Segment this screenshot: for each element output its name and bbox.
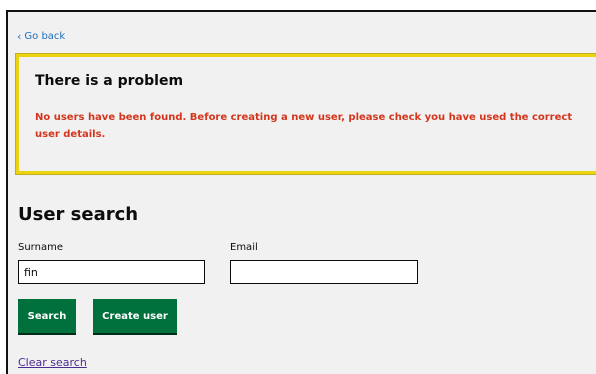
- surname-label: Surname: [18, 242, 63, 253]
- back-link[interactable]: ‹ Go back: [17, 31, 65, 42]
- clear-search-link[interactable]: Clear search: [18, 356, 87, 369]
- email-label: Email: [230, 242, 258, 253]
- error-summary-message: No users have been found. Before creatin…: [35, 112, 573, 140]
- error-summary: There is a problem No users have been fo…: [15, 53, 596, 175]
- page-title: User search: [18, 204, 139, 225]
- surname-field[interactable]: [18, 260, 205, 284]
- error-summary-title: There is a problem: [35, 73, 184, 89]
- email-field[interactable]: [230, 260, 418, 284]
- back-link-label: Go back: [24, 31, 66, 42]
- page-frame: ‹ Go back There is a problem No users ha…: [6, 10, 596, 374]
- search-button[interactable]: Search: [18, 299, 76, 333]
- create-user-button[interactable]: Create user: [93, 299, 177, 333]
- chevron-left-icon: ‹: [17, 30, 22, 43]
